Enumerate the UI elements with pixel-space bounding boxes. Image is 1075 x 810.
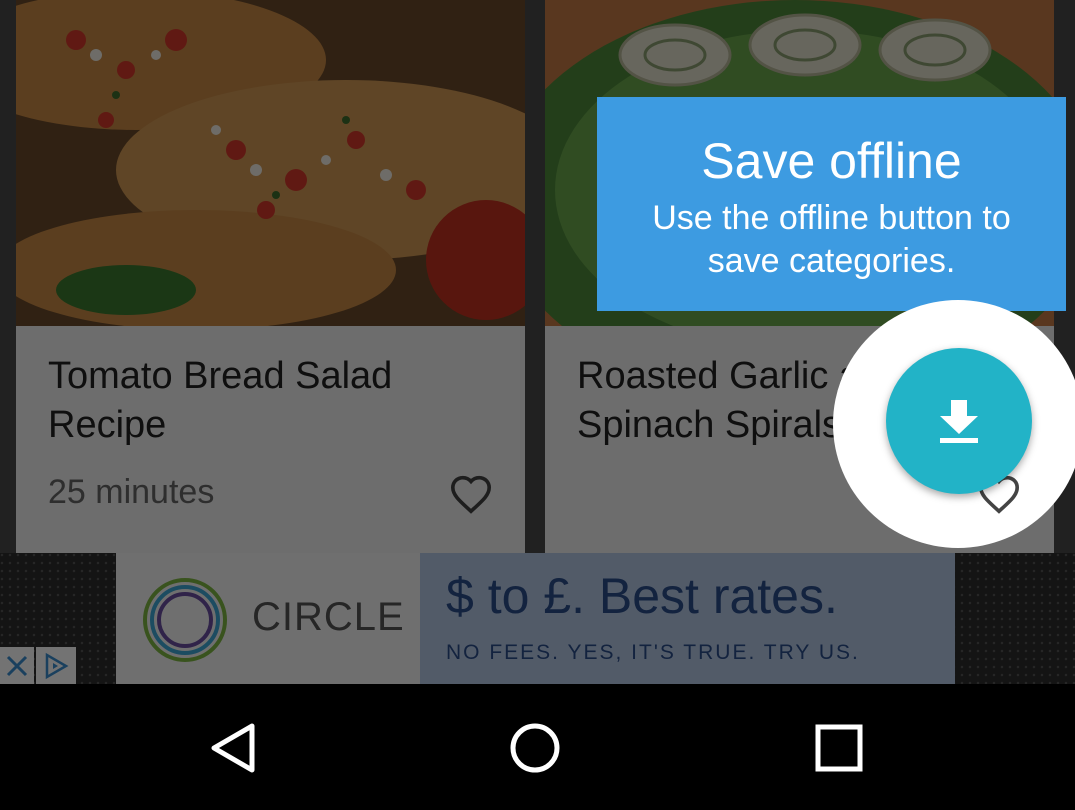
ad-subline: NO FEES. YES, IT'S TRUE. TRY US. [446, 641, 860, 664]
recipe-image[interactable] [16, 0, 525, 326]
save-offline-button[interactable] [886, 348, 1032, 494]
recipe-card[interactable]: Tomato Bread Salad Recipe 25 minutes [16, 0, 525, 553]
download-icon [940, 400, 978, 443]
ad-message: $ to £. Best rates. NO FEES. YES, IT'S T… [420, 553, 955, 684]
back-icon[interactable] [208, 722, 260, 774]
adchoices-icon[interactable] [36, 647, 76, 684]
ad-banner[interactable]: CIRCLE $ to £. Best rates. NO FEES. YES,… [0, 553, 1075, 684]
recipe-title: Tomato Bread Salad Recipe [48, 355, 393, 446]
tooltip-title: Save offline [701, 133, 962, 189]
tooltip-body: Use the offline button to save categorie… [652, 199, 1011, 280]
ad-logo-area: CIRCLE [116, 553, 420, 684]
ad-headline: $ to £. Best rates. [446, 568, 838, 624]
system-nav-bar [0, 684, 1075, 810]
ad-brand-text: CIRCLE [252, 595, 405, 639]
heart-outline-icon[interactable] [449, 474, 493, 514]
close-icon[interactable] [0, 647, 34, 684]
ad-content[interactable]: CIRCLE $ to £. Best rates. NO FEES. YES,… [116, 553, 955, 684]
onboarding-tooltip: Save offline Use the offline button to s… [597, 97, 1066, 311]
home-icon[interactable] [509, 722, 561, 774]
circle-logo-icon [143, 578, 227, 662]
recents-icon[interactable] [813, 722, 865, 774]
recipe-duration: 25 minutes [48, 473, 215, 511]
